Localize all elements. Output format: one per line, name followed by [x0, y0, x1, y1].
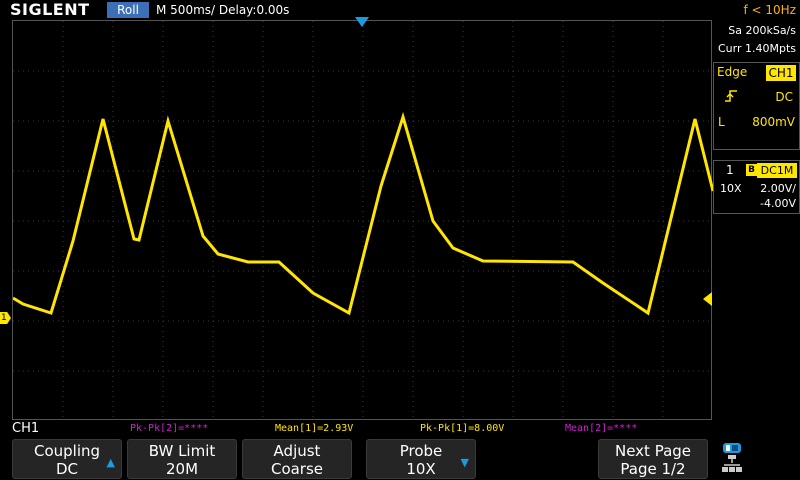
adjust-softkey[interactable]: Adjust Coarse [242, 439, 352, 479]
softkey-value: DC [55, 460, 79, 478]
measurement-item[interactable]: Mean[2]=**** [565, 422, 637, 436]
trigger-level-marker[interactable] [703, 292, 712, 306]
softkey-title: Next Page [614, 442, 692, 460]
trigger-position-marker[interactable] [355, 17, 369, 27]
probe-softkey[interactable]: Probe 10X ▼ [366, 439, 476, 479]
measurement-bar: CH1 Pk-Pk[2]=**** Mean[1]=2.93V Pk-Pk[1]… [0, 420, 800, 437]
channel-offset: -4.00V [760, 197, 796, 210]
ch1-offset-marker[interactable]: 1 [0, 312, 11, 324]
softkey-title: Coupling [33, 442, 101, 460]
info-panel: Sa 200kSa/s Curr 1.40Mpts Edge CH1 DC L … [713, 20, 800, 420]
rising-edge-icon [724, 89, 738, 107]
graticule [13, 21, 713, 421]
bw-limit-softkey[interactable]: BW Limit 20M [127, 439, 237, 479]
coupling-softkey[interactable]: Coupling DC ▲ [12, 439, 122, 479]
bw-limit-badge: B [746, 164, 757, 176]
timebase-readout: M 500ms/ Delay:0.00s [156, 3, 290, 17]
probe-attenuation: 10X [720, 182, 742, 195]
empty-softkey-slot [482, 439, 594, 479]
measurement-channel: CH1 [12, 421, 40, 436]
softkey-bar: Coupling DC ▲ BW Limit 20M Adjust Coarse… [0, 437, 800, 480]
trigger-frequency-readout: f < 10Hz [743, 3, 797, 17]
softkey-title: Adjust [273, 442, 321, 460]
measurement-item[interactable]: Pk-Pk[1]=8.00V [420, 422, 504, 436]
measurement-item[interactable]: Mean[1]=2.93V [275, 422, 353, 436]
waveform-display[interactable] [12, 20, 713, 421]
softkey-value: 10X [406, 460, 436, 478]
softkey-title: BW Limit [148, 442, 216, 460]
siglent-logo: SIGLENT [10, 0, 90, 19]
trigger-coupling: DC [775, 90, 793, 104]
volts-per-div: 2.00V/ [760, 182, 796, 195]
trigger-info-box[interactable]: Edge CH1 DC L 800mV [713, 62, 800, 150]
trigger-type: Edge [717, 65, 748, 79]
softkey-title: Probe [399, 442, 443, 460]
trigger-source-badge: CH1 [766, 65, 796, 81]
trigger-level: 800mV [752, 115, 795, 129]
down-arrow-icon: ▼ [460, 456, 469, 469]
softkey-value: Coarse [270, 460, 324, 478]
acquisition-mode-badge[interactable]: Roll [107, 2, 149, 18]
memory-depth: Curr 1.40Mpts [717, 42, 796, 55]
sample-rate: Sa 200kSa/s [728, 24, 796, 37]
up-arrow-icon: ▲ [106, 456, 115, 469]
softkey-value: 20M [165, 460, 199, 478]
softkey-value: Page 1/2 [620, 460, 686, 478]
channel1-info-box[interactable]: 1 B DC1M 10X 2.00V/ -4.00V [713, 160, 800, 214]
channel-coupling-badge: DC1M [757, 163, 797, 178]
next-page-softkey[interactable]: Next Page Page 1/2 [598, 439, 708, 479]
network-usb-icon [720, 441, 746, 477]
channel-number: 1 [726, 163, 734, 177]
trigger-level-label: L [718, 115, 725, 129]
status-bar: SIGLENT Roll M 500ms/ Delay:0.00s f < 10… [0, 0, 800, 20]
measurement-item[interactable]: Pk-Pk[2]=**** [130, 422, 208, 436]
